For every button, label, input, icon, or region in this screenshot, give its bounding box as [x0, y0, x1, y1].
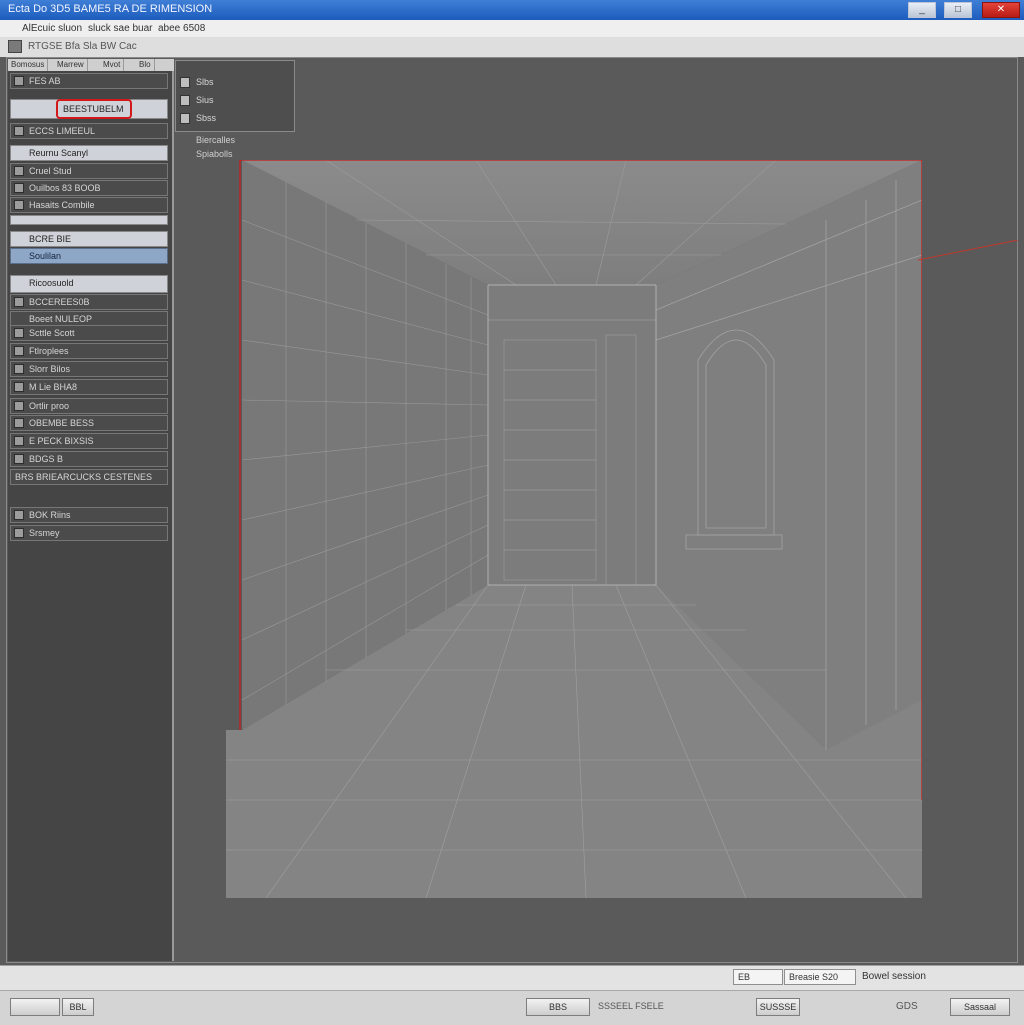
guide-line [918, 240, 1018, 261]
list-item[interactable]: BCCEREES0B [10, 294, 168, 310]
tool-row[interactable]: Sbss [178, 111, 292, 127]
status-field-2[interactable]: Breasie S20 [784, 969, 856, 985]
status-text: Bowel session [862, 971, 926, 982]
menu-item-3[interactable]: abee 6508 [158, 23, 205, 34]
list-item[interactable]: Hasaits Combile [10, 197, 168, 213]
bottom-right-text: GDS [896, 1001, 918, 1012]
layer-icon [14, 382, 24, 392]
layer-icon [14, 528, 24, 538]
list-item[interactable]: Scttle Scott [10, 325, 168, 341]
tab-2[interactable]: Marrew [54, 59, 88, 71]
layer-icon [14, 328, 24, 338]
tab-4[interactable]: Blo [136, 59, 155, 71]
bottom-button-left[interactable]: BBL [62, 998, 94, 1016]
bottom-bar: BBL BBS SSSEEL FSELE SUSSSE GDS Sassaal [0, 990, 1024, 1025]
bottom-text: SSSEEL FSELE [598, 1001, 664, 1011]
list-item[interactable]: BDGS B [10, 451, 168, 467]
tool-panel: Slbs Sius Sbss [175, 60, 295, 132]
tool-sublabel: Biercalles [196, 135, 236, 145]
close-button[interactable]: ✕ [982, 2, 1020, 18]
layer-icon [14, 126, 24, 136]
list-item[interactable]: Ftlroplees [10, 343, 168, 359]
app-icon[interactable] [8, 40, 22, 53]
list-item[interactable]: OBEMBE BESS [10, 415, 168, 431]
layers-panel: Bomosus Marrew Mvot Blo FES AB BEESTUBEL… [8, 59, 174, 961]
bottom-button-right[interactable]: SUSSSE [756, 998, 800, 1016]
list-item[interactable]: Cruel Stud [10, 163, 168, 179]
layer-icon [14, 297, 24, 307]
list-item[interactable]: BRS BRIEARCUCKS CESTENES [10, 469, 168, 485]
list-item[interactable]: Ortlir proo [10, 398, 168, 414]
status-bar: EB Breasie S20 Bowel session [0, 965, 1024, 990]
title-bar: Ecta Do 3D5 BAME5 RA DE RIMENSION _ □ ✕ [0, 0, 1024, 20]
selection-highlight [56, 99, 132, 119]
list-item-selected[interactable]: Soulilan [10, 248, 168, 264]
back-wall [488, 285, 656, 585]
tool-icon [180, 95, 190, 106]
tool-icon [180, 113, 190, 124]
tool-row[interactable]: Sius [178, 93, 292, 109]
layer-icon [14, 166, 24, 176]
panel-header[interactable]: FES AB [10, 73, 168, 89]
menu-item-1[interactable]: AlEcuic sluon [22, 23, 82, 34]
list-item[interactable]: M Lie BHA8 [10, 379, 168, 395]
list-item[interactable]: BOK Riins [10, 507, 168, 523]
toolbar: RTGSE Bfa Sla BW Cac [0, 37, 1024, 58]
tab-3[interactable]: Mvot [100, 59, 125, 71]
tool-sublabel: Spiabolls [196, 149, 233, 159]
list-item[interactable]: Slorr Bilos [10, 361, 168, 377]
list-item[interactable]: E PECK BIXSIS [10, 433, 168, 449]
layer-icon [14, 401, 24, 411]
wireframe-viewport[interactable] [226, 160, 922, 898]
tool-row[interactable]: Slbs [178, 75, 292, 91]
menu-bar: AlEcuic sluon sluck sae buar abee 6508 [0, 20, 1024, 38]
list-item[interactable]: Ouilbos 83 BOOB [10, 180, 168, 196]
toolbar-label: RTGSE Bfa Sla BW Cac [28, 41, 137, 52]
folder-icon [14, 76, 24, 86]
status-field-1[interactable]: EB [733, 969, 783, 985]
maximize-button[interactable]: □ [944, 2, 972, 18]
panel-tabs: Bomosus Marrew Mvot Blo [8, 59, 174, 71]
window-title: Ecta Do 3D5 BAME5 RA DE RIMENSION [8, 3, 213, 15]
layer-icon [14, 364, 24, 374]
list-item[interactable]: Reurnu Scanyl [10, 145, 168, 161]
bottom-button-center[interactable]: BBS [526, 998, 590, 1016]
divider-row [10, 215, 168, 225]
minimize-button[interactable]: _ [908, 2, 936, 18]
menu-item-2[interactable]: sluck sae buar [88, 23, 152, 34]
layer-icon [14, 436, 24, 446]
tool-icon [180, 77, 190, 88]
list-item[interactable]: ECCS LIMEEUL [10, 123, 168, 139]
bottom-field[interactable] [10, 998, 60, 1016]
bottom-button-far[interactable]: Sassaal [950, 998, 1010, 1016]
layer-icon [14, 510, 24, 520]
list-item[interactable]: Srsmey [10, 525, 168, 541]
list-item[interactable]: Ricoosuold [10, 275, 168, 293]
list-item[interactable]: BCRE BIE [10, 231, 168, 247]
tab-1[interactable]: Bomosus [8, 59, 49, 71]
layer-icon [14, 200, 24, 210]
layer-icon [14, 183, 24, 193]
layer-icon [14, 418, 24, 428]
layer-icon [14, 346, 24, 356]
layer-icon [14, 454, 24, 464]
